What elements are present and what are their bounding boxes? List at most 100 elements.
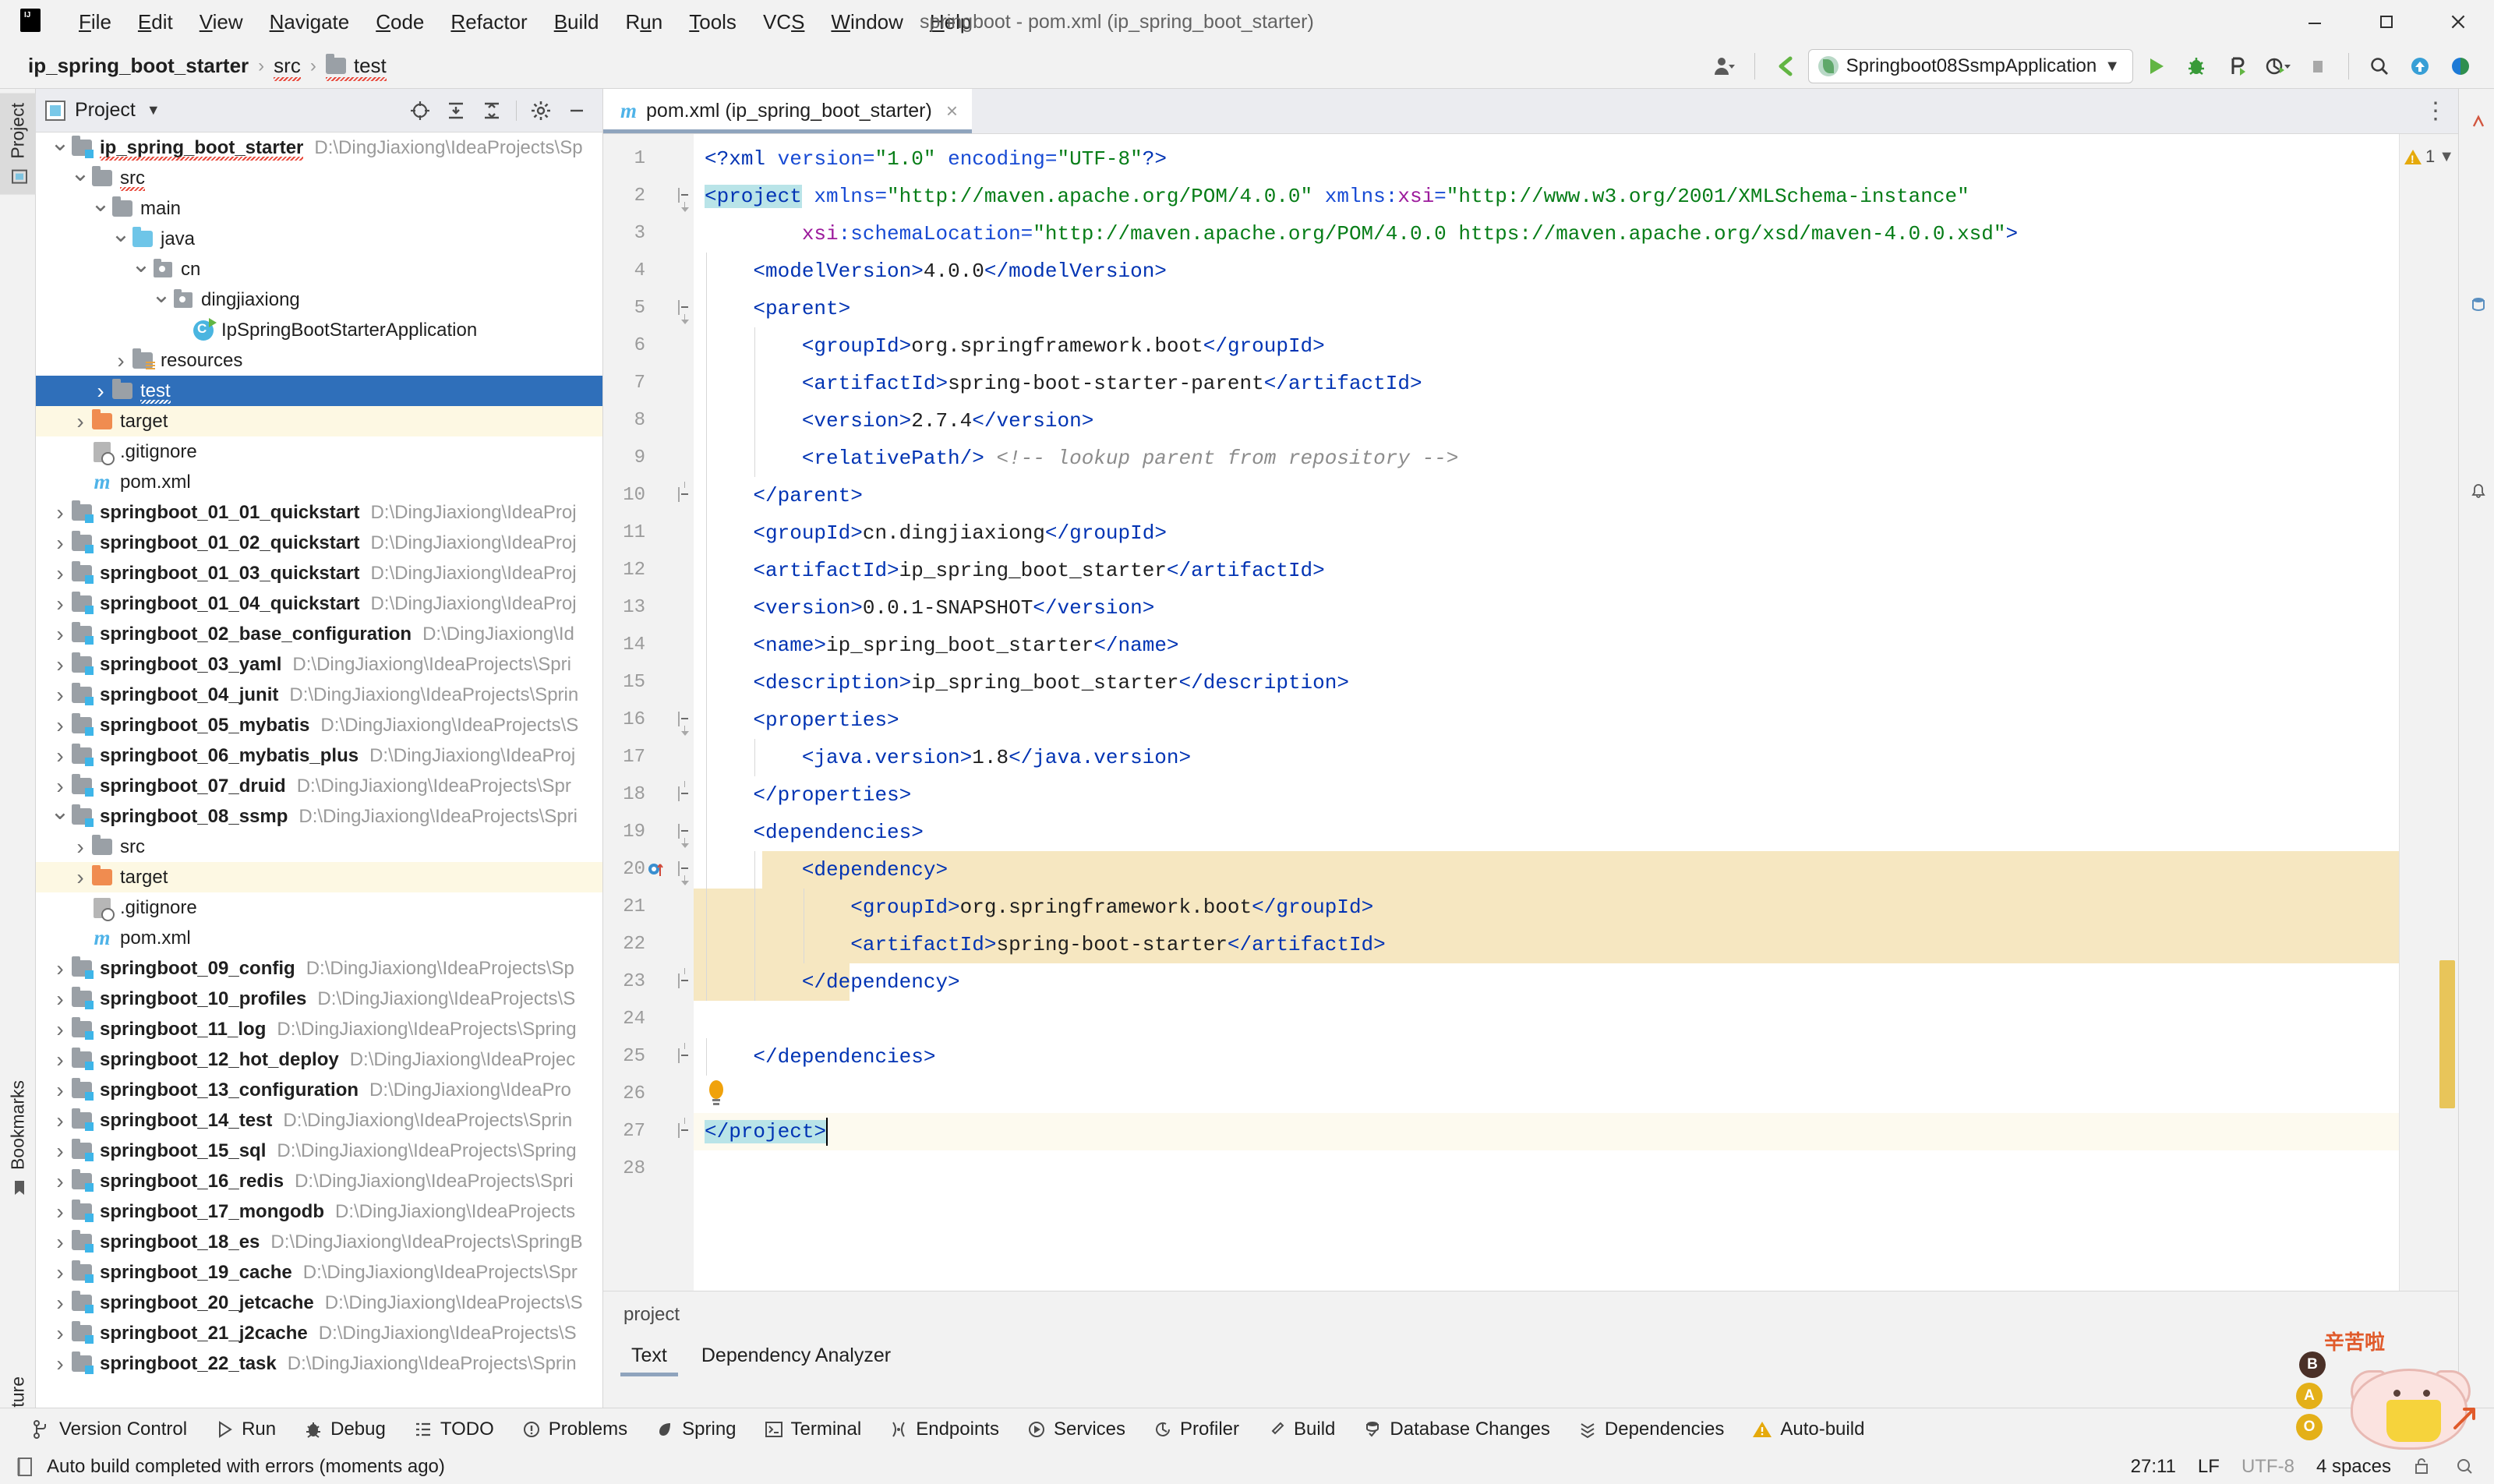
- maximize-button[interactable]: [2351, 0, 2422, 44]
- tool-window-database-changes[interactable]: Database Changes: [1352, 1415, 1560, 1444]
- tree-item-target[interactable]: › target: [36, 862, 602, 892]
- close-icon[interactable]: ×: [946, 99, 958, 123]
- tree-item-springboot_09_config[interactable]: › springboot_09_config D:\DingJiaxiong\Ide…: [36, 953, 602, 984]
- user-profile-icon[interactable]: [1706, 48, 1742, 84]
- chevron-down-icon[interactable]: ⌄: [131, 253, 151, 278]
- menu-item-navigate[interactable]: Navigate: [256, 5, 363, 39]
- menu-item-window[interactable]: Window: [818, 5, 916, 39]
- chevron-right-icon[interactable]: ›: [50, 1200, 70, 1224]
- menu-item-refactor[interactable]: Refactor: [437, 5, 540, 39]
- tree-item-test[interactable]: › test: [36, 376, 602, 406]
- code-line[interactable]: <groupId>org.springframework.boot</group…: [694, 327, 2399, 365]
- tree-item-springboot_01_02_quickstart[interactable]: › springboot_01_02_quickstart D:\DingJiaxi…: [36, 528, 602, 558]
- code-line[interactable]: [694, 1150, 2399, 1188]
- minimize-button[interactable]: [2279, 0, 2351, 44]
- chevron-right-icon[interactable]: ›: [50, 774, 70, 799]
- code-line[interactable]: </parent>: [694, 477, 2399, 514]
- fold-collapse-icon[interactable]: [678, 861, 694, 885]
- code-line[interactable]: <description>ip_spring_boot_starter</des…: [694, 664, 2399, 701]
- code-line[interactable]: <parent>: [694, 290, 2399, 327]
- tree-item-springboot_08_ssmp[interactable]: ⌄ springboot_08_ssmp D:\DingJiaxiong\IdeaP…: [36, 800, 602, 832]
- editor-tab-pom-xml[interactable]: m pom.xml (ip_spring_boot_starter) ×: [603, 89, 973, 133]
- code-content[interactable]: <?xml version="1.0" encoding="UTF-8"?> <p…: [694, 134, 2399, 1291]
- editor-gutter[interactable]: 1 2 3 4 5 6 7 8 9 10 11 12 13 14 15 16 17 18 19 20 21 22 23 24 2…: [603, 134, 694, 1291]
- chevron-right-icon[interactable]: ›: [50, 1321, 70, 1346]
- tool-window-terminal[interactable]: Terminal: [754, 1415, 873, 1444]
- editor-view-tab-dependency-analyzer[interactable]: Dependency Analyzer: [684, 1338, 908, 1376]
- chevron-right-icon[interactable]: ›: [50, 1291, 70, 1316]
- chevron-right-icon[interactable]: ›: [50, 652, 70, 677]
- tree-item-main[interactable]: ⌄ main: [36, 192, 602, 224]
- chevron-right-icon[interactable]: ›: [50, 744, 70, 768]
- code-line[interactable]: <name>ip_spring_boot_starter</name>: [694, 627, 2399, 664]
- tool-window-auto-build[interactable]: Auto-build: [1741, 1415, 1875, 1444]
- chevron-down-icon[interactable]: ⌄: [90, 192, 111, 217]
- menu-item-file[interactable]: File: [65, 5, 125, 39]
- menu-item-code[interactable]: Code: [362, 5, 437, 39]
- tree-item-src[interactable]: ⌄ src: [36, 161, 602, 193]
- fold-end-icon[interactable]: [678, 482, 694, 504]
- tree-item-springboot_17_mongodb[interactable]: › springboot_17_mongodb D:\DingJiaxiong\Id…: [36, 1196, 602, 1227]
- run-with-coverage-icon[interactable]: [2219, 48, 2255, 84]
- tree-item-springboot_01_01_quickstart[interactable]: › springboot_01_01_quickstart D:\DingJiaxi…: [36, 497, 602, 528]
- tree-item-dingjiaxiong[interactable]: ⌄ dingjiaxiong: [36, 283, 602, 315]
- chevron-right-icon[interactable]: ›: [50, 1048, 70, 1072]
- tree-item-springboot_14_test[interactable]: › springboot_14_test D:\DingJiaxiong\IdeaP…: [36, 1105, 602, 1136]
- tree-item-springboot_05_mybatis[interactable]: › springboot_05_mybatis D:\DingJiaxiong\Id…: [36, 710, 602, 740]
- select-opened-file-icon[interactable]: [404, 94, 436, 127]
- fold-collapse-icon[interactable]: [678, 712, 694, 736]
- editor-options-icon[interactable]: ⋮: [2415, 89, 2458, 133]
- tree-item-springboot_02_base_configuration[interactable]: › springboot_02_base_configuration D:\Ding…: [36, 619, 602, 649]
- intention-bulb-icon[interactable]: [705, 1079, 728, 1107]
- chevron-right-icon[interactable]: ›: [50, 561, 70, 586]
- tree-item-springboot_22_task[interactable]: › springboot_22_task D:\DingJiaxiong\IdeaP…: [36, 1348, 602, 1379]
- tool-window-spring[interactable]: Spring: [645, 1415, 747, 1444]
- code-line[interactable]: </dependencies>: [694, 1038, 2399, 1076]
- inspection-widget[interactable]: 1 ▼ ▲: [2404, 147, 2458, 167]
- code-line[interactable]: </dependency>: [694, 963, 2399, 1001]
- stop-icon[interactable]: [2300, 48, 2336, 84]
- code-line[interactable]: <project xmlns="http://maven.apache.org/…: [694, 178, 2399, 215]
- updates-available-icon[interactable]: [2402, 48, 2438, 84]
- tree-item-springboot_06_mybatis_plus[interactable]: › springboot_06_mybatis_plus D:\DingJiaxio…: [36, 740, 602, 771]
- profiler-run-icon[interactable]: [2259, 48, 2295, 84]
- chevron-right-icon[interactable]: ›: [50, 1352, 70, 1376]
- chevron-down-icon[interactable]: ⌄: [111, 222, 131, 248]
- breadcrumb-item-src[interactable]: src: [267, 51, 307, 81]
- tree-item-springboot_16_redis[interactable]: › springboot_16_redis D:\DingJiaxiong\Idea…: [36, 1166, 602, 1196]
- menu-item-run[interactable]: Run: [613, 5, 676, 39]
- tree-item--gitignore[interactable]: .gitignore: [36, 436, 602, 467]
- run-configuration-selector[interactable]: Springboot08SsmpApplication ▼: [1807, 49, 2133, 83]
- tool-window-services[interactable]: Services: [1016, 1415, 1136, 1444]
- hide-panel-icon[interactable]: [560, 94, 593, 127]
- chevron-right-icon[interactable]: ›: [70, 835, 90, 860]
- fold-end-icon[interactable]: [678, 1043, 694, 1065]
- code-line[interactable]: <artifactId>spring-boot-starter</artifac…: [694, 926, 2399, 963]
- tree-item-pom-xml[interactable]: m pom.xml: [36, 467, 602, 497]
- chevron-right-icon[interactable]: ›: [111, 348, 131, 373]
- fold-end-icon[interactable]: [678, 968, 694, 990]
- sidebar-item-maven[interactable]: [2459, 94, 2494, 139]
- menu-item-build[interactable]: Build: [541, 5, 613, 39]
- tree-item-java[interactable]: ⌄ java: [36, 222, 602, 254]
- tree-item-pom-xml[interactable]: m pom.xml: [36, 923, 602, 953]
- code-line[interactable]: <modelVersion>4.0.0</modelVersion>: [694, 253, 2399, 290]
- tool-window-dependencies[interactable]: Dependencies: [1567, 1415, 1735, 1444]
- code-line[interactable]: xsi:schemaLocation="http://maven.apache.…: [694, 215, 2399, 253]
- chevron-down-icon[interactable]: ▼: [2439, 148, 2454, 166]
- menu-item-vcs[interactable]: VCS: [750, 5, 818, 39]
- code-line[interactable]: <artifactId>ip_spring_boot_starter</arti…: [694, 552, 2399, 589]
- tree-item-springboot_21_j2cache[interactable]: › springboot_21_j2cache D:\DingJiaxiong\Id…: [36, 1318, 602, 1348]
- fold-end-icon[interactable]: [678, 781, 694, 803]
- chevron-down-icon[interactable]: ⌄: [50, 800, 70, 825]
- indent-setting[interactable]: 4 spaces: [2316, 1456, 2391, 1478]
- collapse-all-icon[interactable]: [475, 94, 508, 127]
- fold-end-icon[interactable]: [678, 1118, 694, 1140]
- chevron-right-icon[interactable]: ›: [50, 1139, 70, 1164]
- sidebar-item-bookmarks[interactable]: Bookmarks: [0, 1071, 36, 1206]
- tree-item-springboot_12_hot_deploy[interactable]: › springboot_12_hot_deploy D:\DingJiaxiong…: [36, 1044, 602, 1075]
- chevron-right-icon[interactable]: ›: [50, 1108, 70, 1133]
- chevron-right-icon[interactable]: ›: [50, 1017, 70, 1042]
- tool-window-problems[interactable]: Problems: [511, 1415, 638, 1444]
- tree-item-springboot_03_yaml[interactable]: › springboot_03_yaml D:\DingJiaxiong\IdeaP…: [36, 649, 602, 680]
